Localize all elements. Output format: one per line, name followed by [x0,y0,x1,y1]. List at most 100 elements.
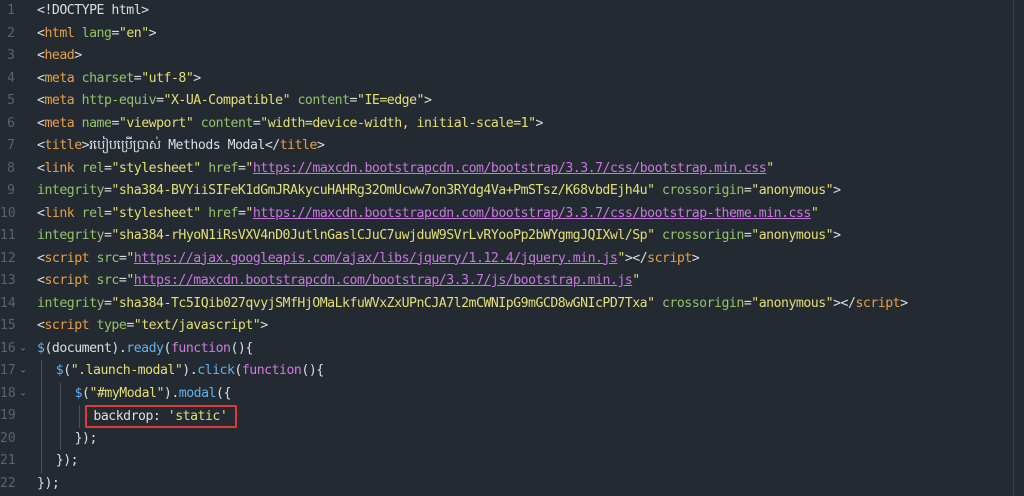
code-token: (){ [301,363,324,378]
code-token: " [617,250,625,266]
indent-guide [78,405,80,428]
code-editor[interactable]: 1 <!DOCTYPE html> 2 <html lang="en"> 3 <head>… [0,0,1024,496]
code-line[interactable]: 10 <link rel="stylesheet" href="https://m… [0,203,1024,226]
line-number: 6 [7,115,15,131]
code-token: (document). [44,340,127,356]
code-token: script [44,250,90,266]
code-token: href [208,205,238,221]
code-token[interactable]: https://ajax.googleapis.com/ajax/libs/jq… [134,251,618,266]
code-line[interactable]: 6 <meta name="viewport" content="width=de… [0,113,1024,136]
code-line[interactable]: 5 <meta http-equiv="X-UA-Compatible" cont… [0,90,1024,113]
code-token: $ [74,385,83,401]
indent-guide [41,405,42,428]
code-token: ></ [833,295,856,311]
code-line[interactable]: 7 <title>របៀបប្រើប្រាស់ Methods Modal</ti… [0,135,1024,158]
code-token: src [96,273,120,288]
code-line[interactable]: 19 backdrop: 'static' [0,405,1024,428]
code-token: > [148,25,157,41]
code-line[interactable]: 17 › $(".launch-modal").click(function(){ [0,360,1024,383]
code-line[interactable]: 3 <head> [0,45,1024,68]
code-token: rel [81,205,105,221]
code-token: lang [81,25,112,41]
code-token: type [96,318,127,333]
code-line[interactable]: 11 integrity="sha384-rHyoN1iRsVXV4nD0Jutl… [0,225,1024,248]
code-token: > [260,318,268,333]
code-token: = [156,93,164,108]
code-text: <link rel="stylesheet" href="https://max… [37,203,819,226]
fold-toggle-icon[interactable]: › [11,343,34,355]
code-token: ready [126,340,164,356]
code-token: "stylesheet" [111,205,201,221]
code-text: <link rel="stylesheet" href="https://max… [37,158,774,181]
line-number: 9 [7,183,15,198]
code-token: }); [55,453,79,468]
code-token: name [81,115,112,131]
code-token: "anonymous" [751,183,834,198]
code-token: function [241,363,302,378]
code-token: "X-UA-Compatible" [163,93,291,108]
line-number: 10 [0,205,16,221]
line-number: 12 [0,250,16,266]
code-token: meta [44,115,75,131]
indent-guide [59,427,61,450]
code-line[interactable]: 20}); [0,427,1024,450]
line-number: 5 [7,93,15,108]
code-line[interactable]: 2 <html lang="en"> [0,23,1024,46]
line-number: 22 [0,475,16,491]
code-token: "utf-8" [141,70,194,86]
line-number: 13 [0,273,16,288]
highlight-box: backdrop: 'static' [85,405,238,428]
fold-toggle-icon[interactable]: › [11,388,34,400]
code-line[interactable]: 1 <!DOCTYPE html> [0,0,1024,23]
line-number: 20 [0,430,16,446]
code-token: > [691,250,700,266]
code-token[interactable]: https://maxcdn.bootstrapcdn.com/bootstra… [253,161,767,176]
code-token: ). [182,363,198,378]
code-line[interactable]: 16 › $(document).ready(function(){ [0,338,1024,361]
line-number: 14 [0,295,16,311]
code-token: > [423,93,432,108]
code-line[interactable]: 21}); [0,450,1024,473]
code-line[interactable]: 8 <link rel="stylesheet" href="https://ma… [0,158,1024,181]
code-text: integrity="sha384-rHyoN1iRsVXV4nD0JutlnG… [37,225,841,248]
line-number: 8 [7,160,15,176]
code-line[interactable]: 9 integrity="sha384-BVYiiSIFeK1dGmJRAkycu… [0,180,1024,203]
code-token[interactable]: https://maxcdn.bootstrapcdn.com/bootstra… [253,206,811,221]
line-number: 3 [7,48,15,63]
line-number: 21 [0,453,16,468]
code-line[interactable]: 12 <script src="https://ajax.googleapis.c… [0,248,1024,271]
code-text: $("#myModal").modal({ [74,383,232,406]
code-line[interactable]: 18 › $("#myModal").modal({ [0,382,1024,406]
code-line[interactable]: 14 integrity="sha384-Tc5IQib027qvyjSMfHjO… [0,293,1024,316]
code-token: charset [81,70,135,86]
code-token: = [111,25,119,41]
indent-guide [59,382,61,405]
code-line[interactable]: 4 <meta charset="utf-8"> [0,68,1024,91]
line-number: 15 [0,318,16,333]
code-line[interactable]: 22}); [0,473,1024,496]
code-token: click [197,363,235,378]
code-line[interactable]: 13 <script src="https://maxcdn.bootstrapc… [0,270,1024,293]
code-token: "#myModal" [89,385,165,401]
code-line[interactable]: 15 <script type="text/javascript"> [0,315,1024,338]
code-text: <script src="https://maxcdn.bootstrapcdn… [37,270,640,293]
code-token: ). [163,385,179,401]
code-token: " [245,160,253,176]
code-token: > [193,70,201,86]
code-token: backdrop: [93,409,168,424]
code-token: href [208,160,238,176]
code-text: }); [37,473,60,496]
line-number: 7 [7,138,15,153]
code-token: script [647,250,692,266]
code-token: }); [37,475,60,491]
code-token[interactable]: https://maxcdn.bootstrapcdn.com/bootstra… [134,273,633,288]
code-text: integrity="sha384-Tc5IQib027qvyjSMfHjOMa… [37,293,908,316]
code-token: rel [81,160,105,176]
indent-guide [41,427,42,450]
fold-toggle-icon[interactable]: › [11,365,34,377]
code-token: = [349,93,358,108]
